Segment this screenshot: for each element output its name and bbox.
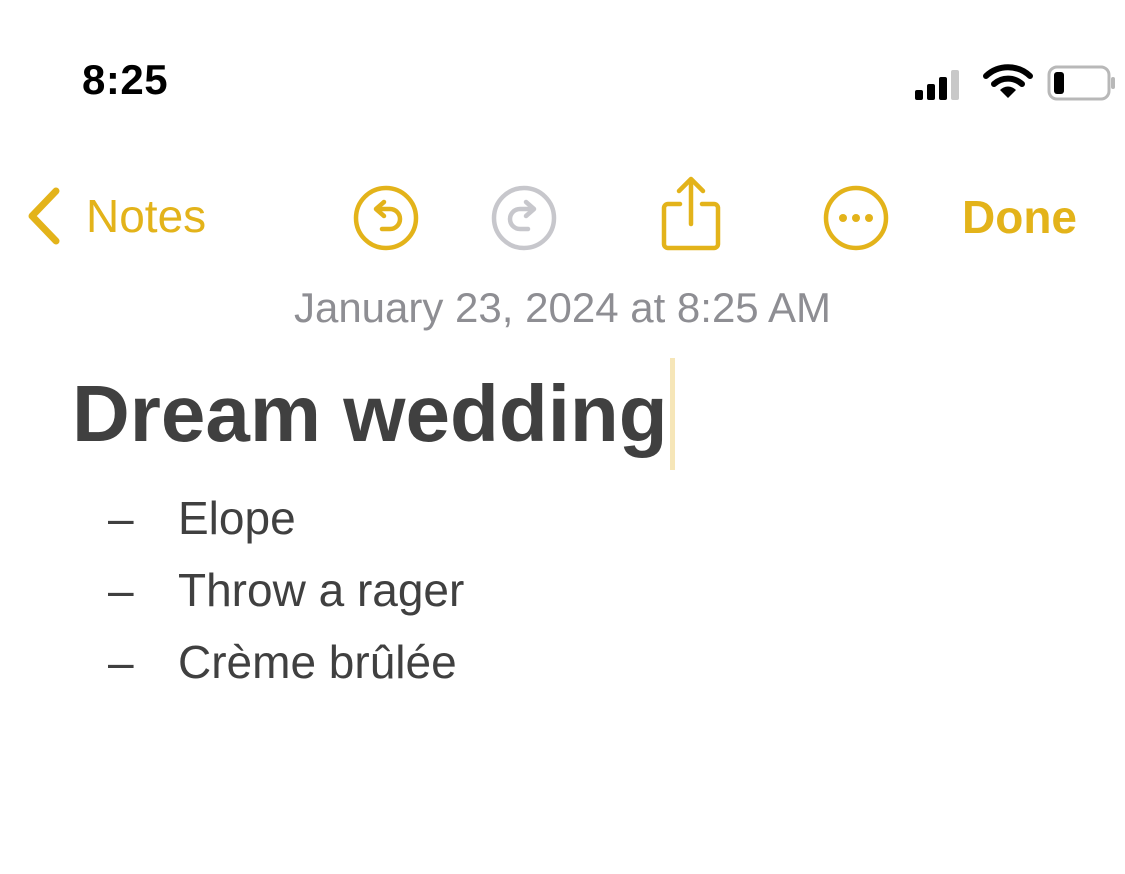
back-button[interactable]: Notes [24,180,206,252]
list-item[interactable]: – Crème brûlée [108,626,464,698]
list-bullet: – [108,564,134,616]
status-icons [825,0,1125,130]
note-title-container[interactable]: Dream wedding [72,358,675,470]
battery-icon [1047,65,1115,101]
undo-icon[interactable] [352,184,420,252]
list-item[interactable]: – Elope [108,482,464,554]
list-item-text[interactable]: Elope [178,491,296,545]
back-label: Notes [86,190,207,242]
redo-icon[interactable] [490,184,558,252]
done-button[interactable]: Done [962,190,1077,244]
list-bullet: – [108,636,134,688]
share-icon[interactable] [658,174,724,254]
cellular-signal-icon [915,70,959,100]
note-list[interactable]: – Elope – Throw a rager – Crème brûlée [108,482,464,698]
status-time: 8:25 [82,56,169,103]
list-item[interactable]: – Throw a rager [108,554,464,626]
note-date: January 23, 2024 at 8:25 AM [293,284,832,331]
note-title[interactable]: Dream wedding [72,359,668,469]
more-icon[interactable] [822,184,890,252]
text-cursor [669,358,675,470]
wifi-icon [983,64,1033,98]
list-bullet: – [108,492,134,544]
chevron-left-icon [28,187,60,245]
list-item-text[interactable]: Throw a rager [178,563,464,617]
list-item-text[interactable]: Crème brûlée [178,635,457,689]
